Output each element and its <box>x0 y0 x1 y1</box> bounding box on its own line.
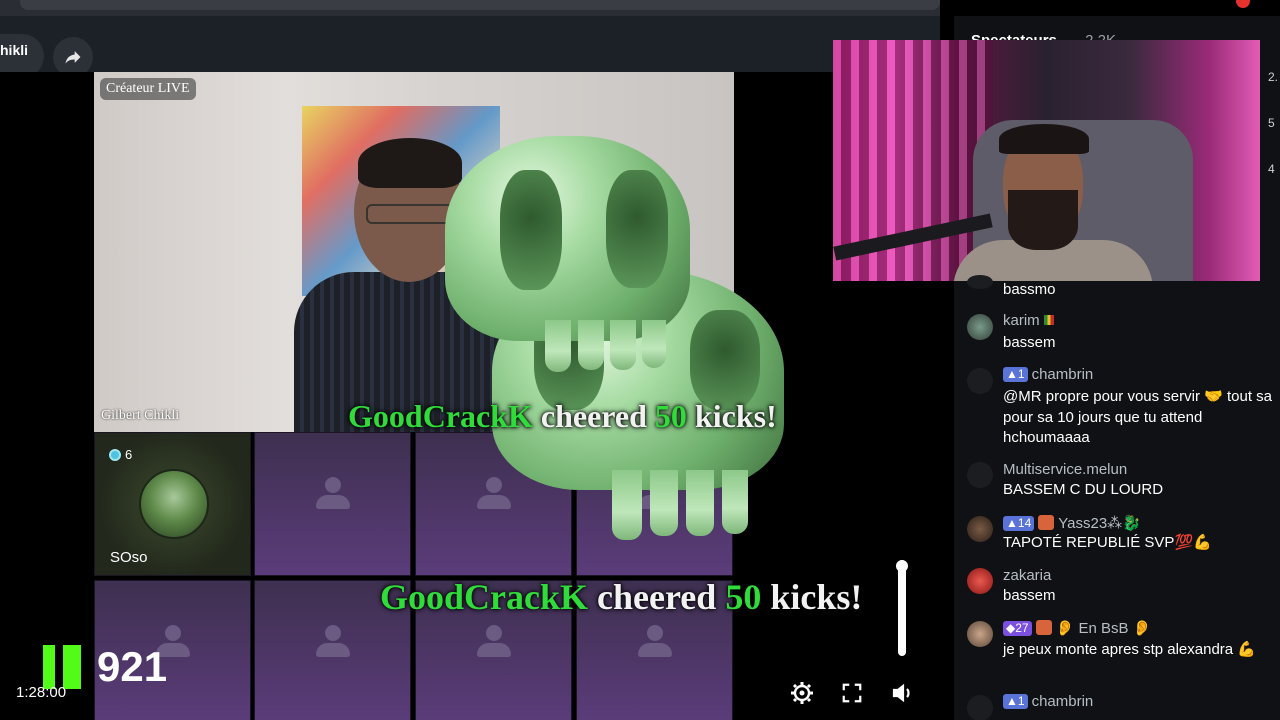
chat-username[interactable]: ▲1 chambrin <box>1003 693 1093 710</box>
chat-message-text: je peux monte apres stp alexandra 💪 <box>1003 641 1256 658</box>
kick-logo-icon <box>43 645 81 689</box>
fullscreen-button[interactable] <box>839 680 865 706</box>
side-number: 5 <box>1268 116 1275 130</box>
volume-icon <box>892 683 910 703</box>
pip-streamer-cam[interactable] <box>833 40 1260 281</box>
user-placeholder-icon <box>316 477 350 511</box>
record-indicator <box>1236 0 1250 8</box>
share-button[interactable] <box>53 37 93 77</box>
avatar[interactable] <box>967 462 993 488</box>
avatar[interactable] <box>967 568 993 594</box>
chat-message-text: bassem <box>1003 587 1056 604</box>
avatar[interactable] <box>967 516 993 542</box>
empty-guest-tile[interactable] <box>254 432 411 576</box>
heart-badge-icon <box>1038 515 1055 530</box>
cheer-alert-text: GoodCrackK cheered 50 kicks! <box>348 398 777 434</box>
guest-badge: 6 <box>109 447 132 462</box>
guest-name: SOso <box>110 549 148 566</box>
volume-slider[interactable] <box>898 560 906 656</box>
guest-tile-soso[interactable]: 6 SOso <box>94 432 251 576</box>
address-bar[interactable] <box>20 0 940 10</box>
volume-button[interactable] <box>890 680 916 706</box>
creator-live-tag: Créateur LIVE <box>100 78 196 100</box>
settings-button[interactable] <box>789 680 815 706</box>
avatar[interactable] <box>967 314 993 340</box>
gem-badge: ◆27 <box>1003 621 1032 636</box>
chat-username[interactable]: zakaria <box>1003 567 1051 584</box>
user-placeholder-icon <box>638 625 672 659</box>
chat-username[interactable]: Multiservice.melun <box>1003 461 1127 478</box>
flag-icon <box>1043 315 1054 325</box>
user-placeholder-icon <box>316 625 350 659</box>
streamer-name: hikli <box>0 42 29 58</box>
heart-badge-icon <box>1035 620 1052 635</box>
chat-message-text: bassmo <box>1003 281 1056 298</box>
chat-username[interactable]: ▲14 Yass23⁂🐉 <box>1003 514 1141 532</box>
diamond-icon <box>109 448 121 461</box>
user-placeholder-icon <box>477 477 511 511</box>
chat-message-text: @MR propre pour vous servir 🤝 tout sa po… <box>1003 388 1272 446</box>
avatar[interactable] <box>967 275 993 289</box>
subscriber-badge: ▲14 <box>1003 516 1035 531</box>
avatar <box>139 469 209 539</box>
subscriber-badge: ▲1 <box>1003 694 1028 709</box>
browser-top-strip <box>0 0 940 16</box>
subscriber-badge: ▲1 <box>1003 367 1028 382</box>
player-header: hikli <box>0 16 940 78</box>
chat-message-text: BASSEM C DU LOURD <box>1003 481 1164 498</box>
cheer-alert-text: GoodCrackK cheered 50 kicks! <box>380 577 863 617</box>
chat-username[interactable]: karim <box>1003 312 1054 329</box>
side-number: 2. <box>1268 70 1279 84</box>
volume-slider-handle[interactable] <box>896 560 908 572</box>
avatar[interactable] <box>967 368 993 394</box>
side-number: 4 <box>1268 162 1275 176</box>
chat-message-text: bassem <box>1003 334 1056 351</box>
chat-message-text: TAPOTÉ REPUBLIÉ SVP💯💪 <box>1003 534 1212 551</box>
stream-elapsed-time: 1:28:00 <box>16 684 67 701</box>
chat-username[interactable]: ▲1 chambrin <box>1003 366 1093 383</box>
camera-name-label: Gilbert Chikli <box>101 408 180 423</box>
user-placeholder-icon <box>477 625 511 659</box>
avatar[interactable] <box>967 621 993 647</box>
avatar[interactable] <box>967 695 993 720</box>
fullscreen-icon <box>842 683 862 703</box>
gear-icon <box>791 682 813 704</box>
kick-counter: 921 <box>97 643 168 690</box>
share-arrow-icon <box>65 51 81 64</box>
chat-username[interactable]: ◆27 👂 En BsB 👂 <box>1003 619 1151 637</box>
